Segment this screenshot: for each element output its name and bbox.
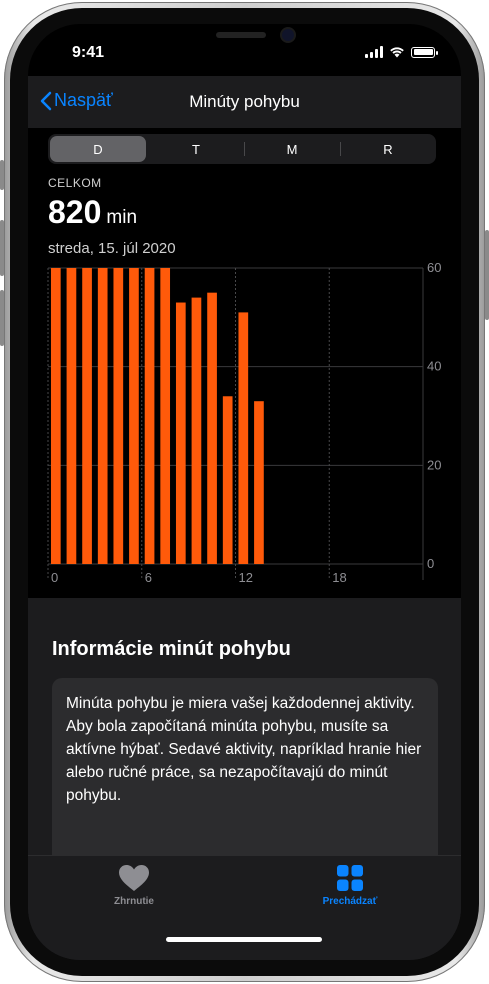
chart-section: D T M R CELKOM 820 min streda, 15. júl 20… xyxy=(28,128,461,598)
bar[interactable] xyxy=(207,292,217,564)
bar[interactable] xyxy=(113,268,124,564)
status-time: 9:41 xyxy=(72,44,105,61)
tab-bar: Zhrnutie Prechádzať xyxy=(28,855,461,960)
tab-summary[interactable]: Zhrnutie xyxy=(74,864,194,907)
bar[interactable] xyxy=(66,268,77,564)
y-tick-label: 0 xyxy=(427,556,434,571)
power-button xyxy=(485,230,489,320)
battery-icon xyxy=(411,46,438,58)
y-tick-label: 40 xyxy=(427,359,441,374)
y-tick-label: 20 xyxy=(427,457,441,472)
heart-icon xyxy=(119,865,149,891)
x-tick-label: 18 xyxy=(332,570,346,585)
tab-browse-label: Prechádzať xyxy=(322,896,378,907)
info-heading: Informácie minút pohybu xyxy=(52,638,291,660)
tab-summary-label: Zhrnutie xyxy=(114,896,154,907)
volume-up-button xyxy=(0,220,4,276)
front-camera xyxy=(282,29,294,41)
bar[interactable] xyxy=(97,268,108,564)
bar[interactable] xyxy=(144,268,155,564)
bar[interactable] xyxy=(238,312,249,564)
speaker xyxy=(216,32,266,38)
x-tick-label: 6 xyxy=(145,570,152,585)
bar[interactable] xyxy=(160,268,171,564)
move-minutes-chart[interactable]: 60 40 20 0 0 6 12 18 xyxy=(28,128,461,598)
navigation-bar: Naspäť Minúty pohybu xyxy=(28,76,461,128)
bar[interactable] xyxy=(222,396,233,564)
bar[interactable] xyxy=(82,268,92,564)
bar[interactable] xyxy=(191,297,202,564)
info-body: Minúta pohybu je miera vašej každodennej… xyxy=(66,695,422,804)
volume-down-button xyxy=(0,290,4,346)
notch xyxy=(168,24,322,56)
wifi-icon xyxy=(390,47,404,58)
bar[interactable] xyxy=(50,268,61,564)
grid-icon xyxy=(337,865,363,891)
bar[interactable] xyxy=(254,401,264,564)
home-indicator xyxy=(166,937,322,942)
tab-browse[interactable]: Prechádzať xyxy=(290,864,410,907)
status-icons xyxy=(365,46,438,58)
page-title: Minúty pohybu xyxy=(189,92,300,111)
screen: 9:41 Naspäť Minúty pohybu D T M R CELKOM… xyxy=(28,24,461,960)
cellular-signal-icon xyxy=(365,46,383,58)
x-tick-label: 12 xyxy=(239,570,253,585)
y-tick-label: 60 xyxy=(427,260,441,275)
silent-switch xyxy=(0,160,4,190)
bar[interactable] xyxy=(175,302,186,564)
bar[interactable] xyxy=(129,268,139,564)
x-tick-label: 0 xyxy=(51,570,58,585)
